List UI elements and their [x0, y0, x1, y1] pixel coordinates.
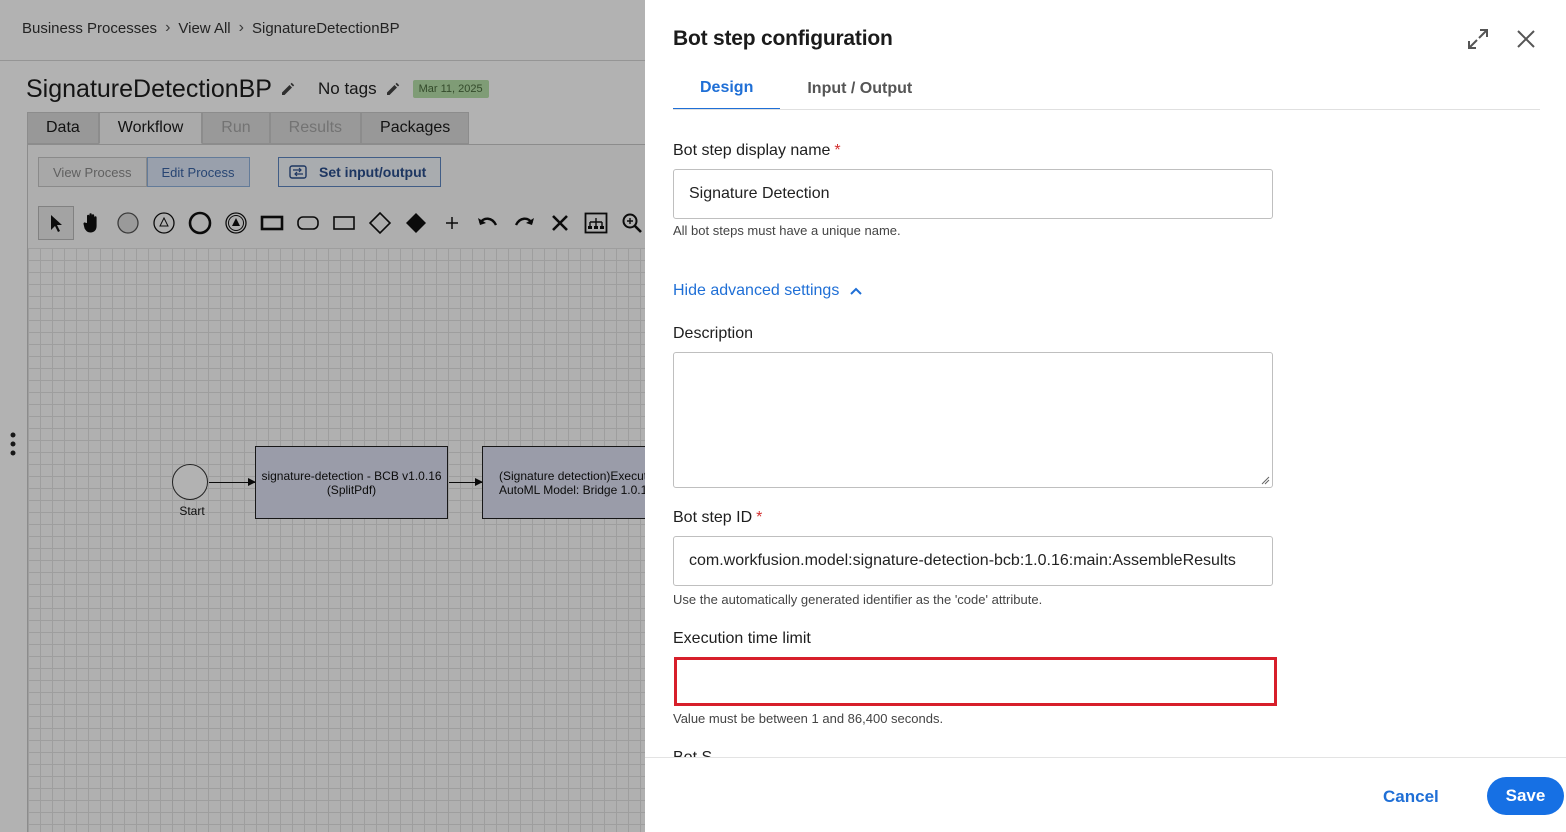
bot-step-configuration-panel: Bot step configuration Design Input / Ou…	[645, 0, 1566, 832]
tab-input-output[interactable]: Input / Output	[780, 68, 939, 110]
step-id-label: Bot step ID *	[673, 509, 762, 527]
resize-grip-icon[interactable]	[1260, 475, 1270, 485]
time-limit-helper: Value must be between 1 and 86,400 secon…	[673, 711, 944, 726]
display-name-input[interactable]	[673, 169, 1273, 219]
bot-s-label-partial: Bot S	[673, 748, 712, 757]
advanced-settings-label: Hide advanced settings	[673, 282, 840, 299]
required-asterisk: *	[756, 509, 763, 526]
hide-advanced-settings-link[interactable]: Hide advanced settings	[673, 282, 863, 300]
description-textarea[interactable]	[673, 352, 1273, 488]
cancel-button[interactable]: Cancel	[1383, 787, 1439, 807]
execution-time-limit-input[interactable]	[674, 657, 1277, 706]
close-icon[interactable]	[1515, 28, 1537, 50]
display-name-label-text: Bot step display name	[673, 142, 831, 159]
step-id-input[interactable]	[673, 536, 1273, 586]
tab-design[interactable]: Design	[673, 68, 781, 110]
expand-icon[interactable]	[1466, 27, 1490, 51]
modal-backdrop[interactable]	[0, 0, 645, 832]
display-name-helper: All bot steps must have a unique name.	[673, 223, 901, 238]
step-id-label-text: Bot step ID	[673, 509, 753, 526]
description-label: Description	[673, 325, 754, 342]
required-asterisk: *	[834, 142, 841, 159]
display-name-label: Bot step display name *	[673, 142, 841, 160]
step-id-helper: Use the automatically generated identifi…	[673, 592, 1043, 607]
panel-title: Bot step configuration	[673, 27, 893, 50]
tabs-divider	[673, 109, 1540, 110]
panel-tabs: Design Input / Output	[673, 68, 939, 110]
save-button[interactable]: Save	[1487, 777, 1564, 815]
chevron-up-icon	[850, 287, 863, 295]
time-limit-label: Execution time limit	[673, 630, 811, 647]
